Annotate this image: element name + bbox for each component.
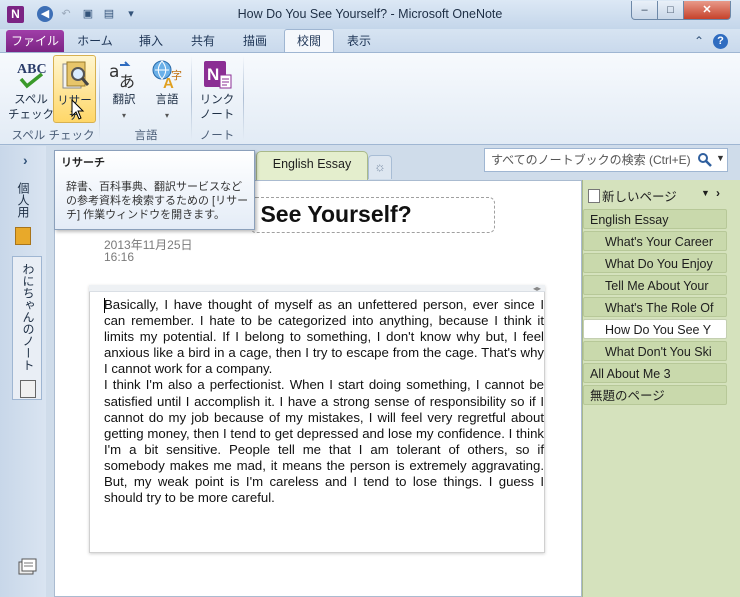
notebook-icon — [15, 227, 31, 246]
expand-nav-icon[interactable]: › — [23, 152, 28, 168]
text-cursor — [104, 298, 105, 313]
new-page-dropdown-icon[interactable]: ▼ — [701, 188, 710, 198]
page-list-item[interactable]: What's Your Career — [583, 231, 727, 251]
spelling-button[interactable]: ABC スペル チェック — [8, 59, 54, 123]
undo-icon[interactable]: ↶ — [58, 6, 74, 22]
group-separator — [243, 56, 244, 140]
page-title[interactable]: u See Yourself? — [240, 201, 412, 228]
dock-to-desktop-icon[interactable]: ▣ — [80, 6, 96, 22]
page-list-item[interactable]: 無題のページ — [583, 385, 727, 405]
onenote-app-icon[interactable]: N — [7, 6, 24, 23]
note-resize-icon[interactable]: ◂▸ — [533, 284, 541, 293]
group-label-language: 言語 — [134, 130, 158, 142]
page-list-item[interactable]: What Do You Enjoy — [583, 253, 727, 273]
linked-notes-button[interactable]: N リンク ノート — [196, 59, 238, 123]
note-container-handle[interactable] — [89, 285, 545, 292]
minimize-button[interactable]: – — [631, 1, 658, 20]
mouse-cursor-icon — [71, 98, 85, 124]
tab-view[interactable]: 表示 — [338, 30, 380, 52]
customize-quick-access-icon[interactable]: ▾ — [123, 6, 139, 22]
language-label: 言語 — [155, 94, 179, 106]
new-page-button[interactable]: 新しいページ ▼ › — [588, 186, 728, 204]
page-time: 16:16 — [104, 250, 135, 264]
tab-share[interactable]: 共有 — [180, 30, 226, 52]
linked-notes-icon: N — [201, 59, 233, 91]
svg-text:a: a — [109, 62, 119, 82]
group-label-notes: ノート — [199, 130, 235, 142]
language-button[interactable]: A字 言語 ▾ — [147, 59, 187, 123]
search-icon[interactable] — [698, 153, 712, 170]
tab-insert[interactable]: 挿入 — [126, 30, 176, 52]
linked-notes-label-1: リンク — [199, 94, 235, 106]
window-title: How Do You See Yourself? - Microsoft One… — [237, 7, 503, 21]
translate-button[interactable]: aあ 翻訳 ▾ — [104, 59, 144, 123]
tab-home[interactable]: ホーム — [70, 30, 120, 52]
notebook-wani[interactable]: わにちゃんのノート — [12, 256, 42, 400]
page-list-item-selected[interactable]: How Do You See Y — [583, 319, 727, 339]
close-button[interactable]: ✕ — [683, 1, 731, 20]
spelling-label-2: チェック — [8, 109, 54, 121]
spelling-label-1: スペル — [14, 94, 48, 106]
language-dropdown-icon: ▾ — [164, 111, 169, 120]
translate-dropdown-icon: ▾ — [121, 111, 126, 120]
svg-text:N: N — [207, 65, 219, 84]
search-scope-dropdown-icon[interactable]: ▼ — [716, 153, 725, 163]
research-icon — [59, 60, 91, 92]
spelling-icon: ABC — [15, 59, 47, 91]
page-view-icon[interactable]: ▤ — [101, 6, 117, 22]
new-section-icon[interactable]: ☼ — [368, 155, 392, 179]
svg-text:あ: あ — [119, 72, 135, 91]
tab-review[interactable]: 校閲 — [284, 29, 334, 54]
collapse-pages-icon[interactable]: › — [716, 186, 720, 200]
help-icon[interactable]: ? — [713, 34, 728, 49]
maximize-button[interactable]: □ — [657, 1, 684, 20]
page-list-item[interactable]: What Don't You Ski — [583, 341, 727, 361]
page-list-item[interactable]: What's The Role Of — [583, 297, 727, 317]
page-list-item[interactable]: All About Me 3 — [583, 363, 727, 383]
page-list-item[interactable]: English Essay — [583, 209, 727, 229]
translate-icon: aあ — [108, 59, 140, 91]
notebook-personal[interactable]: 個人用 — [15, 182, 32, 248]
collapse-ribbon-icon[interactable]: ⌃ — [694, 34, 704, 48]
tooltip-body: 辞書、百科事典、翻訳サービスなどの参考資料を検索するための [リサーチ] 作業ウ… — [66, 181, 249, 221]
note-body-text[interactable]: Basically, I have thought of myself as a… — [104, 297, 544, 506]
translate-label: 翻訳 — [112, 94, 136, 106]
tab-file[interactable]: ファイル — [6, 30, 64, 52]
search-input[interactable]: すべてのノートブックの検索 (Ctrl+E) — [484, 148, 728, 172]
section-tab-english-essay[interactable]: English Essay — [256, 151, 368, 180]
tooltip-title: リサーチ — [61, 157, 105, 169]
back-icon[interactable]: ◀ — [37, 6, 53, 22]
language-icon: A字 — [151, 59, 183, 92]
new-page-icon — [588, 189, 600, 203]
svg-text:字: 字 — [171, 68, 182, 82]
linked-notes-label-2: ノート — [199, 109, 235, 121]
notebook-icon — [20, 380, 36, 399]
page-list-item[interactable]: Tell Me About Your — [583, 275, 727, 295]
unfiled-notes-icon[interactable] — [17, 558, 37, 576]
tab-draw[interactable]: 描画 — [232, 30, 278, 52]
group-label-spelling: スペル チェック — [11, 130, 95, 142]
